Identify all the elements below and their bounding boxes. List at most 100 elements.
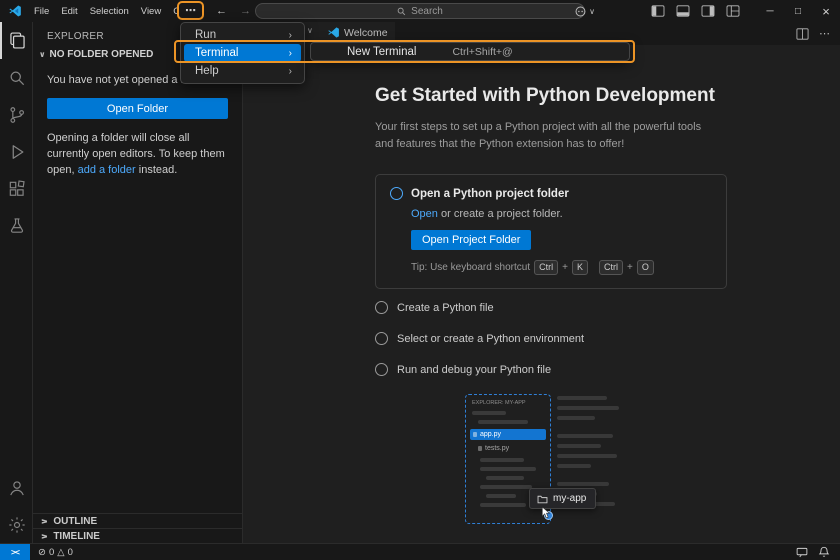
walkthrough-title: Get Started with Python Development — [375, 85, 715, 106]
skeleton-bar — [557, 406, 619, 410]
window-controls: ─ □ × — [756, 0, 840, 22]
note-text-after: instead. — [135, 163, 178, 176]
menu-item-new-terminal[interactable]: New Terminal Ctrl+Shift+@ — [311, 46, 629, 58]
drag-tooltip: my-app — [529, 488, 597, 509]
open-folder-button[interactable]: Open Folder — [47, 98, 228, 119]
activity-extensions[interactable] — [0, 170, 32, 207]
statusbar-right — [796, 546, 830, 558]
tab-label: Welcome — [344, 27, 388, 39]
skeleton-bar — [557, 396, 607, 400]
error-count: 0 — [48, 546, 55, 558]
submenu-arrow-icon: › — [288, 65, 292, 77]
open-project-folder-button[interactable]: Open Project Folder — [411, 230, 532, 250]
file-icon — [473, 432, 477, 437]
kbd-ctrl: Ctrl — [599, 260, 623, 275]
toggle-sidebar-icon[interactable] — [651, 5, 665, 17]
skeleton-bar — [486, 494, 516, 498]
toggle-panel-icon[interactable] — [676, 5, 690, 17]
skeleton-bar — [480, 503, 526, 507]
feedback-icon[interactable] — [796, 547, 808, 558]
skeleton-bar — [480, 467, 536, 471]
kbd-k: K — [571, 260, 588, 275]
tip-text: Tip: Use keyboard shortcut — [411, 262, 531, 273]
step-run-debug[interactable]: Run and debug your Python file — [375, 363, 727, 376]
activity-testing[interactable] — [0, 207, 32, 244]
menu-item-terminal[interactable]: Terminal › — [184, 44, 301, 62]
sidebar-note: Opening a folder will close all currentl… — [47, 131, 228, 179]
activity-source-control[interactable] — [0, 96, 32, 133]
timeline-section-header[interactable]: ∨ TIMELINE — [33, 528, 242, 543]
skeleton-bar — [557, 434, 613, 438]
step-select-environment[interactable]: Select or create a Python environment — [375, 332, 727, 345]
problems-indicator[interactable]: ⊘ 0 △ 0 — [38, 547, 73, 558]
step-description: Open or create a project folder. — [411, 208, 712, 220]
step-checkbox[interactable] — [375, 363, 388, 376]
open-link[interactable]: Open — [411, 208, 438, 220]
walkthrough-steps: Create a Python file Select or create a … — [375, 301, 727, 376]
plus-sign: + — [562, 262, 568, 273]
chevron-down-icon: ∨ — [307, 26, 313, 35]
activity-run-debug[interactable] — [0, 133, 32, 170]
mini-file-active: app.py — [470, 429, 546, 440]
skeleton-bar — [557, 482, 609, 486]
step-checkbox[interactable] — [375, 301, 388, 314]
status-bar: >< ⊘ 0 △ 0 — [0, 543, 840, 560]
kbd-ctrl: Ctrl — [534, 260, 559, 275]
split-editor-icon[interactable] — [796, 27, 809, 40]
terminal-submenu: New Terminal Ctrl+Shift+@ — [310, 42, 630, 61]
vscode-logo-icon — [8, 4, 22, 18]
menu-view[interactable]: View — [135, 0, 167, 22]
activity-spacer — [0, 244, 32, 469]
submenu-arrow-icon: › — [288, 47, 292, 59]
back-arrow-icon[interactable]: ← — [216, 5, 227, 17]
menu-edit[interactable]: Edit — [55, 0, 83, 22]
files-icon — [7, 30, 28, 51]
add-folder-link[interactable]: add a folder — [78, 164, 136, 176]
activity-explorer[interactable] — [0, 22, 32, 59]
layout-controls — [651, 5, 740, 17]
minimize-button[interactable]: ─ — [756, 0, 784, 22]
keybinding-label: Ctrl+Shift+@ — [452, 45, 513, 58]
plus-sign: + — [627, 262, 633, 273]
activity-settings[interactable] — [0, 506, 32, 543]
maximize-button[interactable]: □ — [784, 0, 812, 22]
explorer-sidebar: EXPLORER ∨ NO FOLDER OPENED You have not… — [33, 22, 243, 543]
step-title: Open a Python project folder — [411, 187, 569, 200]
more-actions-icon[interactable]: ⋯ — [819, 27, 830, 40]
chevron-right-icon: ∨ — [39, 517, 50, 525]
activity-search[interactable] — [0, 59, 32, 96]
section-label: NO FOLDER OPENED — [49, 49, 154, 60]
close-button[interactable]: × — [812, 0, 840, 22]
copilot-button[interactable]: ∨ — [574, 5, 595, 18]
step-card-open-folder: Open a Python project folder Open or cre… — [375, 174, 727, 289]
gear-icon — [7, 515, 27, 535]
command-center-search[interactable]: Search — [255, 3, 585, 19]
menu-overflow-button[interactable]: ⋯ — [177, 1, 204, 20]
menu-file[interactable]: File — [28, 0, 55, 22]
menu-item-run[interactable]: Run › — [184, 26, 301, 44]
menu-item-label: Terminal — [195, 47, 239, 59]
submenu-arrow-icon: › — [288, 29, 292, 41]
skeleton-bar — [557, 464, 591, 468]
step-label: Create a Python file — [397, 301, 494, 314]
menu-item-label: Help — [195, 65, 219, 77]
step-checkbox[interactable] — [375, 332, 388, 345]
step-create-python-file[interactable]: Create a Python file — [375, 301, 727, 314]
forward-arrow-icon[interactable]: → — [240, 5, 251, 17]
skeleton-bar — [557, 444, 601, 448]
extensions-icon — [7, 179, 27, 199]
keyboard-tip: Tip: Use keyboard shortcut Ctrl + K Ctrl… — [411, 260, 712, 275]
bell-icon[interactable] — [818, 546, 830, 558]
menu-selection[interactable]: Selection — [84, 0, 135, 22]
source-control-icon — [7, 105, 27, 125]
beaker-icon — [7, 216, 27, 236]
menu-item-help[interactable]: Help › — [184, 62, 301, 80]
title-bar: File Edit Selection View Go ⋯ ← → Search… — [0, 0, 840, 22]
toggle-secondary-sidebar-icon[interactable] — [701, 5, 715, 17]
activity-account[interactable] — [0, 469, 32, 506]
remote-indicator[interactable]: >< — [0, 544, 30, 560]
customize-layout-icon[interactable] — [726, 5, 740, 17]
step-checkbox[interactable] — [390, 187, 403, 200]
file-icon — [478, 446, 482, 451]
outline-section-header[interactable]: ∨ OUTLINE — [33, 513, 242, 528]
